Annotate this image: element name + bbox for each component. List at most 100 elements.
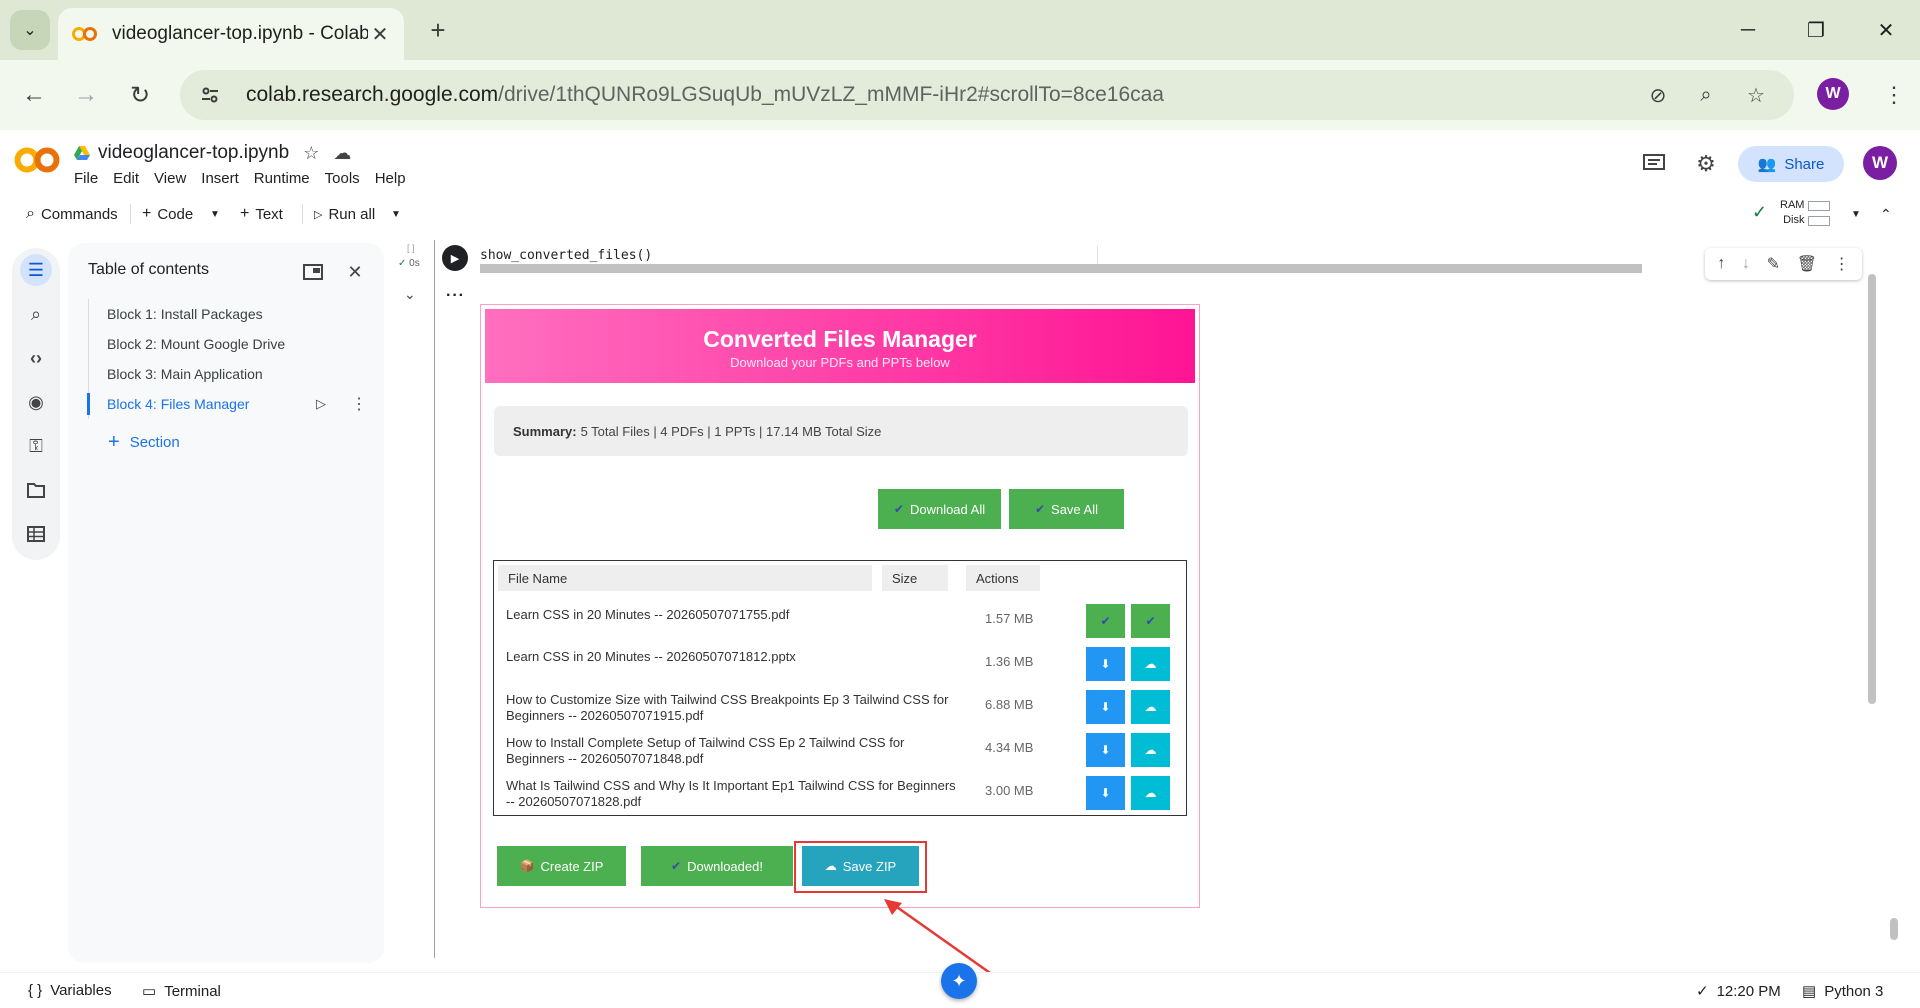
page-scrollbar[interactable] bbox=[1890, 918, 1898, 940]
add-code-dropdown[interactable]: ▼ bbox=[210, 200, 220, 228]
more-options-icon[interactable]: ⋮ bbox=[1834, 254, 1850, 274]
resources-indicator[interactable]: RAM Disk bbox=[1780, 198, 1831, 228]
run-section-icon[interactable]: ▷ bbox=[316, 396, 326, 412]
check-icon: ✔ bbox=[1100, 614, 1111, 628]
open-in-tab-icon[interactable] bbox=[300, 259, 326, 285]
share-button[interactable]: 👥 Share bbox=[1738, 146, 1844, 182]
restore-button[interactable]: ❐ bbox=[1796, 12, 1836, 48]
url-path: /drive/1thQUNRo9LGSuqUb_mUVzLZ_mMMF-iHr2… bbox=[498, 83, 1164, 106]
account-avatar[interactable]: W bbox=[1863, 146, 1897, 180]
text-label: Text bbox=[255, 205, 283, 223]
menu-insert[interactable]: Insert bbox=[201, 170, 239, 187]
url-text: colab.research.google.com/drive/1thQUNRo… bbox=[246, 83, 1164, 107]
gemini-button[interactable]: ✦ bbox=[941, 963, 977, 999]
run-all-dropdown[interactable]: ▼ bbox=[391, 200, 401, 228]
save-zip-button[interactable]: ☁ Save ZIP bbox=[802, 846, 919, 886]
output-actions-icon[interactable]: ··· bbox=[446, 287, 465, 305]
toc-item-block-1[interactable]: Block 1: Install Packages bbox=[89, 299, 372, 329]
commands-button[interactable]: ⌕ Commands bbox=[26, 200, 118, 228]
download-file-button[interactable]: ⬇ bbox=[1086, 690, 1125, 724]
terminal-button[interactable]: ▭ Terminal bbox=[142, 982, 221, 1001]
check-icon: ✓ bbox=[1696, 983, 1709, 1000]
browser-tab[interactable]: videoglancer-top.ipynb - Colab ✕ bbox=[58, 8, 404, 60]
execution-status[interactable]: ✓ 12:20 PM bbox=[1696, 982, 1781, 1001]
minimize-button[interactable]: ─ bbox=[1728, 12, 1768, 48]
new-tab-button[interactable]: + bbox=[420, 12, 456, 48]
runtime-dropdown[interactable]: ▼ bbox=[1851, 200, 1861, 228]
download-arrow-icon: ⬇ bbox=[1100, 657, 1111, 671]
menu-view[interactable]: View bbox=[154, 170, 186, 187]
collapse-header-icon[interactable]: ⌃ bbox=[1880, 200, 1892, 228]
run-all-button[interactable]: ▷ Run all bbox=[314, 200, 375, 228]
forward-button[interactable]: → bbox=[64, 73, 108, 117]
download-file-button[interactable]: ⬇ bbox=[1086, 647, 1125, 681]
code-editor-line[interactable]: show_converted_files() bbox=[480, 248, 652, 263]
toc-item-label: Block 1: Install Packages bbox=[107, 306, 263, 322]
toc-icon[interactable]: ☰ bbox=[20, 254, 52, 286]
menu-file[interactable]: File bbox=[74, 170, 98, 187]
save-all-button[interactable]: ✔ Save All bbox=[1009, 489, 1124, 529]
notebook-title[interactable]: videoglancer-top.ipynb bbox=[98, 142, 289, 164]
variables-button[interactable]: { } Variables bbox=[28, 982, 112, 999]
notebook-scrollbar[interactable] bbox=[1868, 274, 1876, 704]
menu-runtime[interactable]: Runtime bbox=[254, 170, 310, 187]
comments-icon[interactable] bbox=[1638, 148, 1670, 180]
save-to-drive-button[interactable]: ☁ bbox=[1131, 733, 1170, 767]
menu-tools[interactable]: Tools bbox=[325, 170, 360, 187]
tab-close-icon[interactable]: ✕ bbox=[368, 22, 392, 47]
star-icon[interactable]: ☆ bbox=[303, 143, 319, 164]
bookmark-star-icon[interactable]: ☆ bbox=[1734, 73, 1778, 117]
download-file-button[interactable]: ⬇ bbox=[1086, 733, 1125, 767]
file-name: What Is Tailwind CSS and Why Is It Impor… bbox=[506, 778, 956, 809]
downloaded-check-button[interactable]: ✔ bbox=[1086, 604, 1125, 638]
collapse-output-icon[interactable]: ⌄ bbox=[404, 286, 416, 303]
tab-search-button[interactable]: ⌄ bbox=[10, 10, 50, 50]
add-code-button[interactable]: + Code bbox=[142, 200, 193, 228]
chrome-profile-avatar[interactable]: W bbox=[1817, 78, 1849, 110]
menu-help[interactable]: Help bbox=[375, 170, 406, 187]
code-horizontal-scrollbar[interactable] bbox=[480, 264, 1642, 273]
saved-check-button[interactable]: ✔ bbox=[1131, 604, 1170, 638]
execution-time: 12:20 PM bbox=[1716, 982, 1781, 1000]
run-cell-button[interactable]: ▶ bbox=[442, 245, 468, 271]
address-bar[interactable]: colab.research.google.com/drive/1thQUNRo… bbox=[180, 70, 1794, 120]
download-all-button[interactable]: ✔ Download All bbox=[878, 489, 1001, 529]
zoom-icon[interactable]: ⌕ bbox=[1684, 73, 1728, 117]
add-section-button[interactable]: + Section bbox=[108, 431, 180, 454]
find-icon[interactable]: ⌕ bbox=[20, 298, 52, 330]
cloud-saved-icon[interactable]: ☁ bbox=[333, 143, 351, 164]
site-info-icon[interactable] bbox=[188, 73, 232, 117]
notebook-title-row: videoglancer-top.ipynb ☆ ☁ bbox=[74, 142, 351, 164]
save-to-drive-button[interactable]: ☁ bbox=[1131, 690, 1170, 724]
toc-item-block-3[interactable]: Block 3: Main Application bbox=[89, 359, 372, 389]
secrets-key-icon[interactable]: ⚿ bbox=[20, 430, 52, 462]
toc-item-block-2[interactable]: Block 2: Mount Google Drive bbox=[89, 329, 372, 359]
move-up-icon[interactable]: ↑ bbox=[1717, 255, 1725, 273]
data-table-icon[interactable] bbox=[20, 518, 52, 550]
toc-item-block-4[interactable]: Block 4: Files Manager ▷ ⋮ bbox=[87, 389, 372, 419]
files-folder-icon[interactable] bbox=[20, 474, 52, 506]
colab-logo-icon[interactable] bbox=[14, 144, 60, 176]
variables-eye-icon[interactable]: ◉ bbox=[20, 386, 52, 418]
disk-bar bbox=[1808, 215, 1831, 226]
delete-icon[interactable]: 🗑 bbox=[1797, 254, 1817, 274]
edit-icon[interactable]: ✎ bbox=[1767, 254, 1780, 274]
window-close-button[interactable]: ✕ bbox=[1866, 12, 1906, 48]
more-options-icon[interactable]: ⋮ bbox=[351, 394, 367, 414]
save-to-drive-button[interactable]: ☁ bbox=[1131, 647, 1170, 681]
create-zip-button[interactable]: 📦 Create ZIP bbox=[497, 846, 626, 886]
move-down-icon[interactable]: ↓ bbox=[1742, 255, 1750, 273]
download-file-button[interactable]: ⬇ bbox=[1086, 776, 1125, 810]
runtime-type[interactable]: ▤ Python 3 bbox=[1802, 982, 1883, 1001]
add-text-button[interactable]: + Text bbox=[240, 200, 283, 228]
chrome-menu-icon[interactable]: ⋮ bbox=[1876, 73, 1912, 117]
back-button[interactable]: ← bbox=[12, 73, 56, 117]
code-snippets-icon[interactable]: ‹› bbox=[20, 342, 52, 374]
camera-off-icon[interactable]: ⊘ bbox=[1636, 73, 1680, 117]
downloaded-button[interactable]: ✔ Downloaded! bbox=[641, 846, 793, 886]
close-panel-icon[interactable]: ✕ bbox=[342, 259, 368, 285]
reload-button[interactable]: ↻ bbox=[118, 73, 162, 117]
menu-edit[interactable]: Edit bbox=[113, 170, 139, 187]
save-to-drive-button[interactable]: ☁ bbox=[1131, 776, 1170, 810]
settings-gear-icon[interactable]: ⚙ bbox=[1690, 148, 1722, 180]
